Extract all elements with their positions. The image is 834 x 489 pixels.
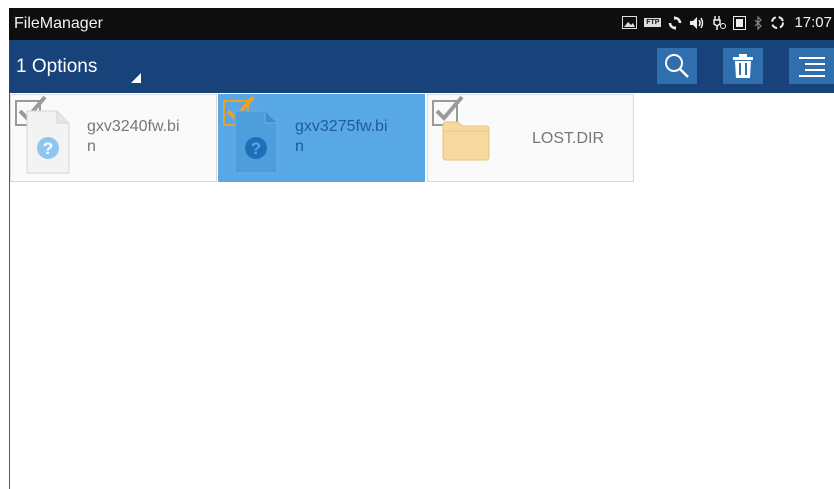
sync-icon — [668, 15, 682, 30]
file-name: gxv3275fw.bi n — [295, 117, 415, 157]
file-name: gxv3240fw.bi n — [87, 117, 207, 157]
clock: 17:07 — [794, 14, 832, 31]
bluetooth-icon — [753, 15, 763, 30]
search-button[interactable] — [657, 48, 697, 84]
file-name: LOST.DIR — [532, 129, 652, 149]
file-name-line2: n — [87, 138, 96, 155]
file-name-line1: gxv3240fw.bi — [87, 118, 180, 135]
search-icon — [665, 54, 689, 78]
options-dropdown[interactable]: 1 Options — [16, 56, 97, 78]
menu-button[interactable] — [789, 48, 834, 84]
app-title: FileManager — [14, 15, 103, 32]
file-name-line1: LOST.DIR — [532, 130, 605, 147]
status-bar: FileManager FTP 17:07 — [9, 8, 834, 40]
file-name-line1: gxv3275fw.bi — [295, 118, 388, 135]
dropdown-indicator-icon — [131, 73, 141, 83]
delete-button[interactable] — [723, 48, 763, 84]
volume-icon — [689, 16, 705, 30]
trash-icon — [733, 54, 753, 78]
sim-icon — [733, 15, 747, 30]
action-bar: 1 Options — [9, 40, 834, 93]
usb-icon — [712, 15, 727, 31]
image-icon — [622, 16, 638, 29]
folder-icon — [442, 119, 490, 166]
unknown-file-icon: ? — [233, 109, 279, 180]
folder-tile-lost-dir[interactable]: LOST.DIR — [427, 94, 634, 182]
file-tile-gxv3240fw[interactable]: ? gxv3240fw.bi n — [10, 94, 217, 182]
unknown-file-icon: ? — [25, 109, 71, 180]
svg-text:?: ? — [43, 139, 53, 158]
menu-icon — [798, 57, 825, 77]
loading-icon — [770, 15, 785, 30]
file-tile-gxv3275fw[interactable]: ? gxv3275fw.bi n — [218, 94, 425, 182]
file-name-line2: n — [295, 138, 304, 155]
status-icons: FTP 17:07 — [622, 14, 832, 31]
ftp-icon: FTP — [644, 18, 662, 27]
svg-text:?: ? — [251, 139, 261, 158]
